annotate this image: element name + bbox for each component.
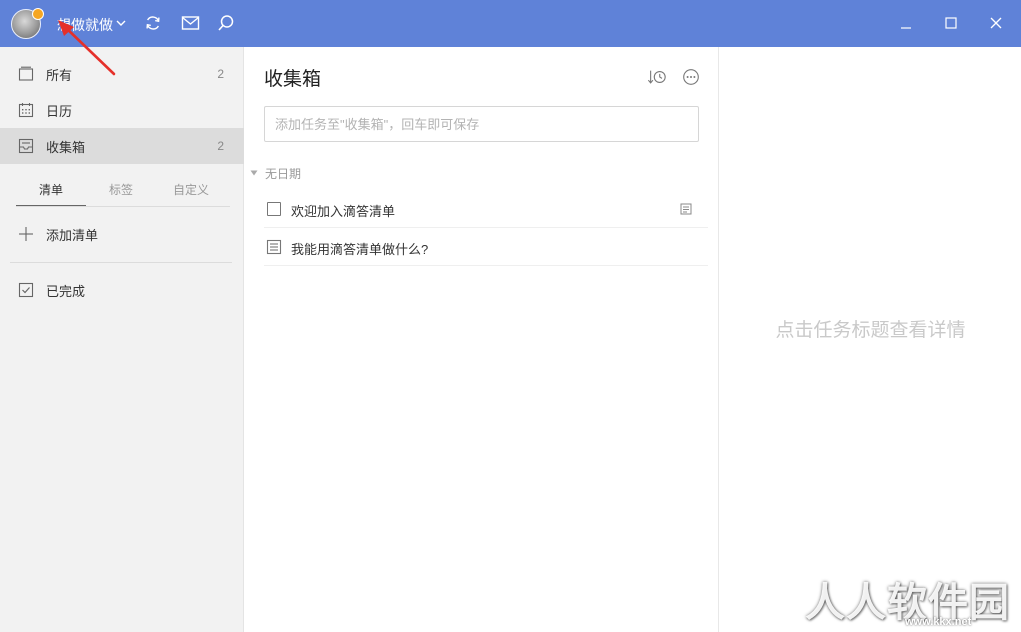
sidebar-item-count: 2 [217,67,224,81]
list-tabs: 清单 标签 自定义 [16,175,230,207]
task-row[interactable]: 我能用滴答清单做什么? [264,228,708,266]
completed-check-icon [17,281,35,299]
sidebar-item-label: 日历 [46,103,73,119]
watermark-url: www.kkx.net [905,616,972,628]
task-title[interactable]: 欢迎加入滴答清单 [291,201,395,220]
close-icon[interactable] [985,12,1007,34]
add-list-button[interactable]: 添加清单 [0,216,244,252]
maximize-icon[interactable] [940,12,962,34]
add-task-input[interactable] [264,106,699,142]
calendar-icon [17,101,35,119]
sidebar-item-all[interactable]: 所有 2 [0,56,244,92]
task-row[interactable]: 欢迎加入滴答清单 [264,190,708,228]
document-icon [266,239,282,255]
search-icon[interactable] [216,13,236,33]
sort-by-time-icon[interactable] [647,67,667,87]
task-detail-panel: 点击任务标题查看详情 [720,47,1021,632]
note-icon [680,203,692,215]
title-bar: 想做就做 [0,0,1021,47]
task-list-panel: 收集箱 无日期 欢迎加入滴答清单 [244,47,719,632]
avatar-badge [32,8,44,20]
mail-icon[interactable] [180,13,200,33]
sidebar-item-inbox[interactable]: 收集箱 2 [0,128,244,164]
sidebar-item-completed[interactable]: 已完成 [0,272,244,308]
sidebar: 所有 2 日历 收集箱 2 清单 标签 自定义 添加清单 已完成 [0,47,244,632]
sidebar-item-calendar[interactable]: 日历 [0,92,244,128]
minimize-icon[interactable] [895,12,917,34]
add-list-label: 添加清单 [46,227,99,243]
sidebar-item-label: 收集箱 [46,139,86,155]
annotation-arrow-icon [58,20,116,76]
detail-empty-hint: 点击任务标题查看详情 [775,320,966,341]
more-options-icon[interactable] [681,67,701,87]
task-title[interactable]: 我能用滴答清单做什么? [291,239,428,258]
sidebar-divider [10,262,232,263]
completed-label: 已完成 [46,283,86,299]
tab-lists[interactable]: 清单 [16,175,86,207]
task-checkbox[interactable] [267,202,281,216]
plus-icon [17,225,35,243]
sync-icon[interactable] [143,13,163,33]
all-tasks-icon [17,65,35,83]
sidebar-item-count: 2 [217,139,224,153]
group-header-no-date[interactable]: 无日期 [250,164,301,182]
caret-down-icon [250,170,258,176]
tab-tags[interactable]: 标签 [86,175,156,207]
group-label: 无日期 [265,166,302,181]
page-title: 收集箱 [264,69,322,90]
tabs-divider [16,206,230,207]
tab-custom[interactable]: 自定义 [156,175,226,207]
inbox-icon [17,137,35,155]
